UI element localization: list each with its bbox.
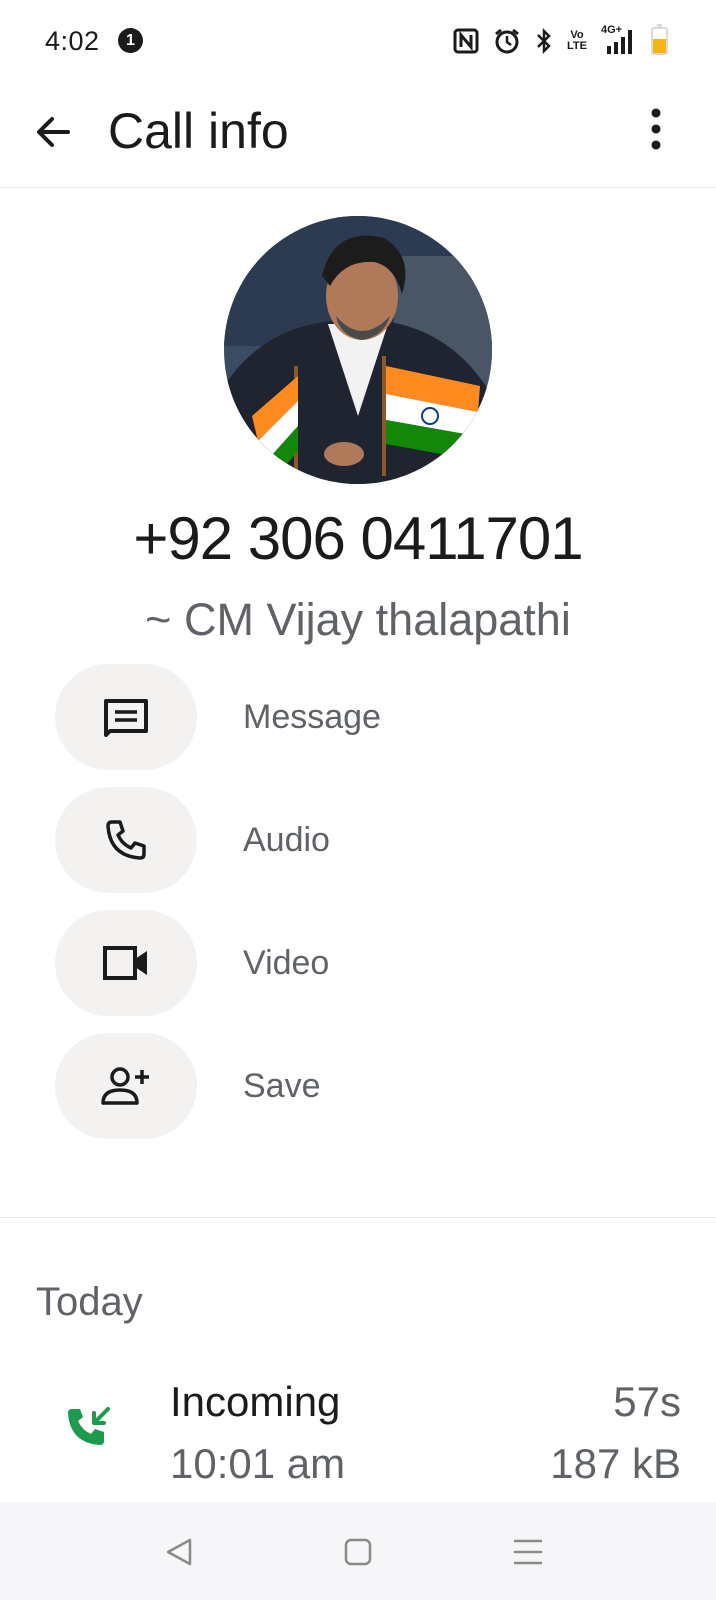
- audio-call-button[interactable]: [55, 787, 197, 893]
- contact-avatar: [224, 216, 492, 484]
- save-action[interactable]: Save: [55, 1033, 655, 1139]
- video-call-button[interactable]: [55, 910, 197, 1016]
- message-label: Message: [243, 697, 381, 736]
- signal-icon: 4G+: [601, 24, 637, 56]
- section-divider: [0, 1217, 716, 1218]
- nav-back-button[interactable]: [160, 1532, 200, 1572]
- nfc-icon: [453, 28, 479, 54]
- status-time: 4:02: [45, 26, 100, 56]
- header-divider: [0, 187, 716, 188]
- person-add-icon: [101, 1067, 149, 1105]
- back-triangle-icon: [166, 1538, 192, 1566]
- system-nav-bar: [0, 1502, 716, 1600]
- message-action[interactable]: Message: [55, 664, 655, 770]
- more-options-button[interactable]: [636, 104, 676, 156]
- app-bar: Call info: [0, 80, 716, 188]
- audio-action[interactable]: Audio: [55, 787, 655, 893]
- phone-number: +92 306 0411701: [133, 505, 583, 572]
- volte-line2: LTE: [567, 40, 587, 52]
- call-time: 10:01 am: [170, 1440, 346, 1487]
- recents-menu-icon: [514, 1539, 542, 1565]
- profile-name: ~ CM Vijay thalapathi: [145, 594, 571, 645]
- video-label: Video: [243, 943, 330, 982]
- bluetooth-icon: [535, 27, 553, 55]
- audio-label: Audio: [243, 820, 330, 859]
- back-button[interactable]: [30, 108, 78, 156]
- battery-icon: [651, 24, 668, 55]
- message-button[interactable]: [55, 664, 197, 770]
- incoming-call-icon: [66, 1405, 112, 1451]
- battery-level: [653, 38, 666, 53]
- video-action[interactable]: Video: [55, 910, 655, 1016]
- phone-icon: [106, 820, 146, 860]
- notification-badge: 1: [118, 28, 143, 53]
- save-label: Save: [243, 1066, 321, 1105]
- history-section-title: Today: [36, 1280, 143, 1324]
- call-duration: 57s: [613, 1378, 681, 1425]
- call-data-used: 187 kB: [550, 1440, 681, 1487]
- status-bar: 4:02 1 Vo LTE 4G+: [0, 0, 716, 80]
- status-icons: Vo LTE 4G+: [453, 24, 668, 58]
- save-contact-button[interactable]: [55, 1033, 197, 1139]
- call-type: Incoming: [170, 1378, 341, 1425]
- volte-icon: Vo LTE: [567, 30, 587, 52]
- arrow-back-icon: [37, 117, 70, 147]
- message-icon: [104, 699, 148, 737]
- video-camera-icon: [103, 946, 147, 980]
- call-info-screen: 4:02 1 Vo LTE 4G+ Call info +92 306 0411…: [0, 0, 716, 1600]
- nav-recents-button[interactable]: [508, 1532, 548, 1572]
- alarm-icon: [493, 27, 521, 55]
- nav-home-button[interactable]: [338, 1532, 378, 1572]
- home-square-icon: [344, 1538, 372, 1566]
- more-vert-icon: [651, 108, 661, 150]
- page-title: Call info: [108, 103, 289, 159]
